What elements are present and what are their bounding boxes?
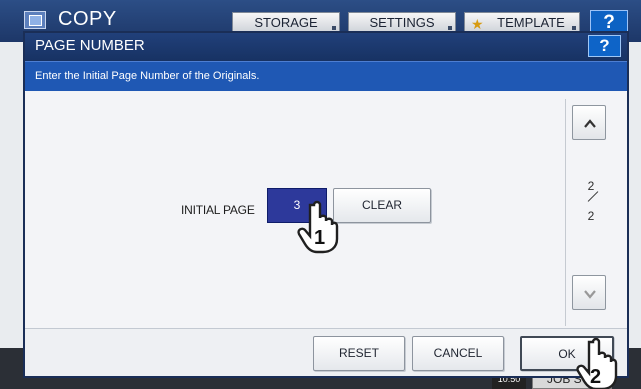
initial-page-label: INITIAL PAGE — [181, 203, 255, 217]
dialog-title: PAGE NUMBER — [35, 37, 145, 54]
clear-button[interactable]: CLEAR — [333, 188, 431, 223]
scroll-down-button[interactable] — [572, 275, 606, 310]
tab-template-label: TEMPLATE — [497, 15, 565, 30]
dialog-title-bar: PAGE NUMBER ? — [25, 33, 627, 61]
copy-screen: COPY STORAGE SETTINGS ★ TEMPLATE ? 10:50… — [0, 0, 641, 389]
page-scroll-bar: 2 2 — [565, 99, 611, 326]
chevron-down-icon — [584, 290, 596, 299]
dialog-footer: RESET CANCEL OK — [25, 328, 627, 376]
callout-1-label: 1 — [314, 227, 325, 249]
tap-hand-icon: 2 — [576, 337, 618, 389]
tap-hand-icon: 1 — [297, 200, 339, 254]
dialog-help-button[interactable]: ? — [588, 35, 621, 57]
callout-2-label: 2 — [590, 366, 601, 388]
copy-app-icon — [24, 11, 46, 29]
chevron-up-icon — [584, 119, 596, 128]
cancel-button[interactable]: CANCEL — [412, 336, 504, 371]
total-page-number: 2 — [587, 209, 595, 223]
guidance-bar: Enter the Initial Page Number of the Ori… — [25, 61, 627, 91]
guidance-text: Enter the Initial Page Number of the Ori… — [35, 70, 260, 82]
reset-button[interactable]: RESET — [313, 336, 405, 371]
scroll-up-button[interactable] — [572, 105, 606, 140]
app-title: COPY — [58, 8, 117, 30]
